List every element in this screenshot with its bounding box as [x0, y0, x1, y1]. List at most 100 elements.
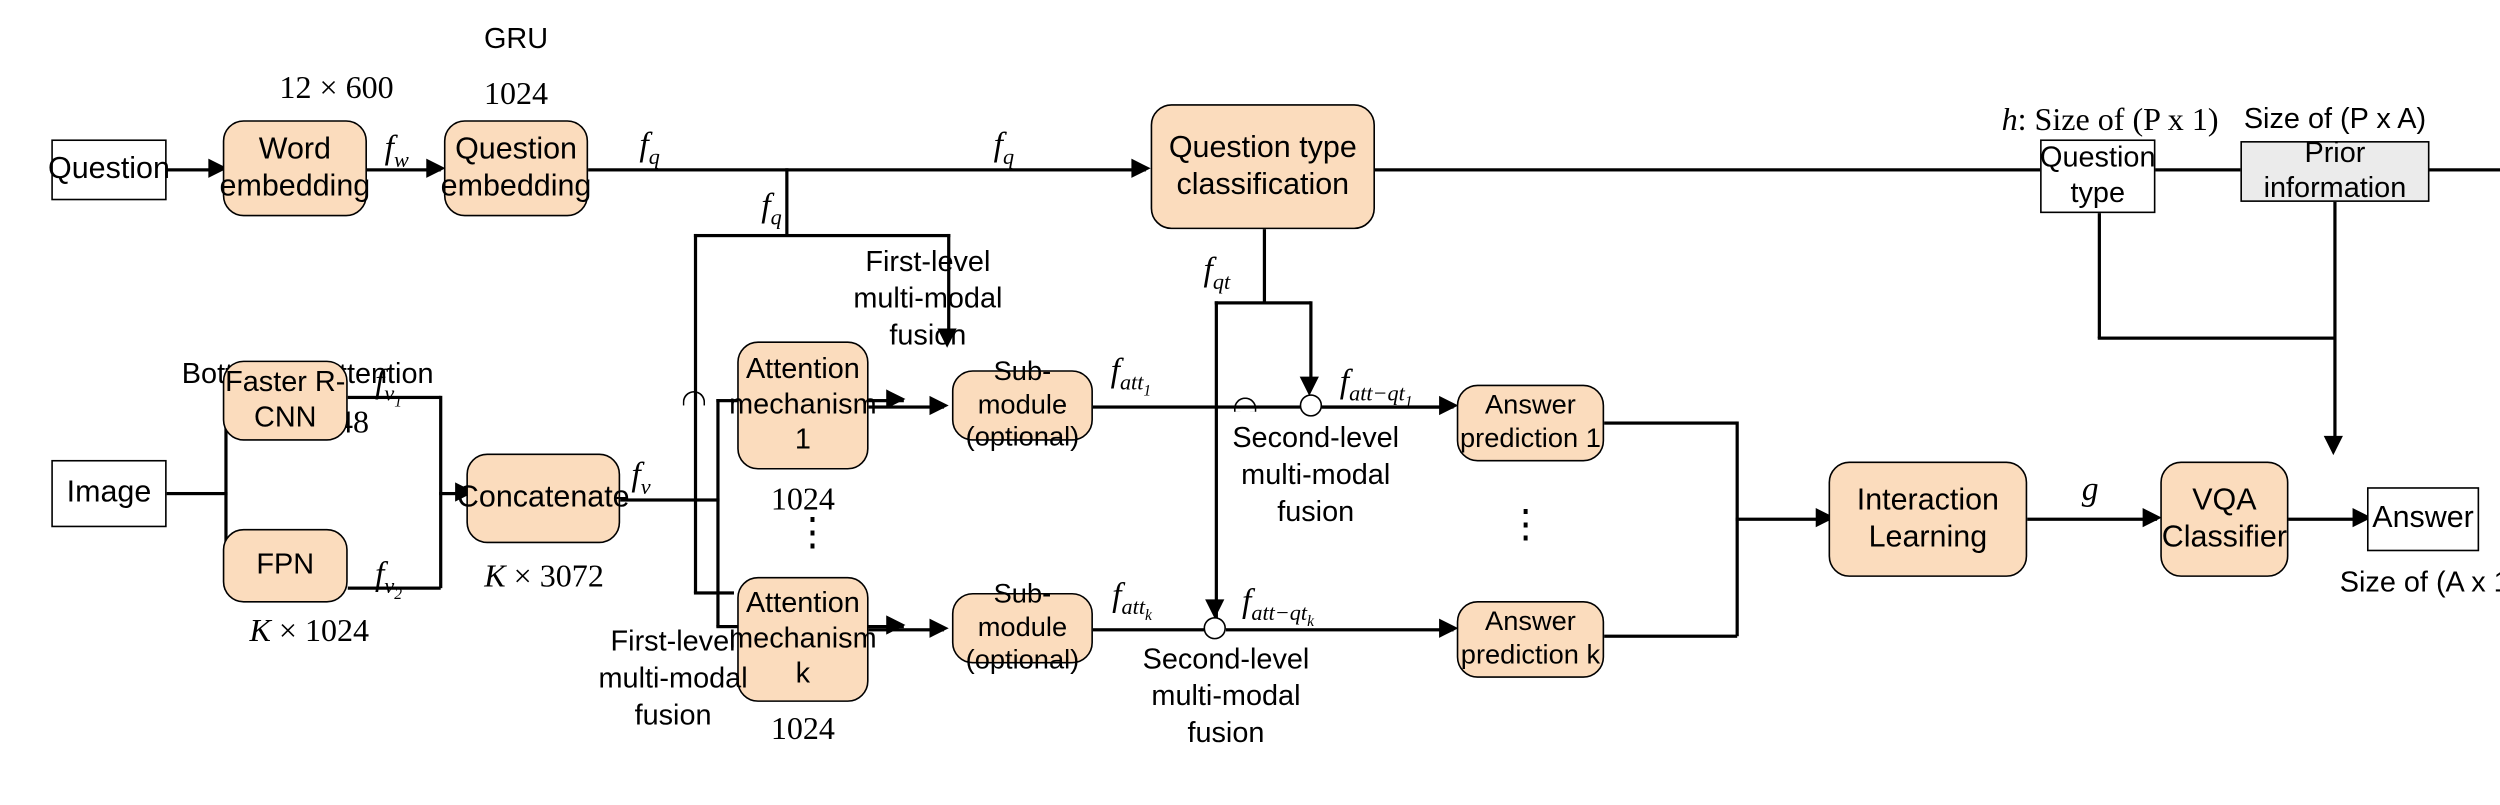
faster-rcnn-label: Faster R- CNN [225, 365, 346, 433]
edge-label-fqt: fqt [1203, 250, 1231, 294]
wire-hop-attention-1 [682, 391, 706, 406]
arrow-interaction-to-vqa [2142, 508, 2162, 528]
answer-output-node[interactable]: Answer [2366, 487, 2480, 552]
edge-label-fattk: fattk [1112, 575, 1152, 625]
arrow-into-vqa-classifier [2323, 435, 2343, 456]
annotation-dim-word: 12 × 600 [279, 70, 394, 106]
interaction-learning-label: Interaction Learning [1856, 483, 1999, 555]
question-type-classification-label: Question type classification [1168, 131, 1357, 202]
edge-label-fq-2: fq [993, 125, 1015, 169]
diagram-canvas: 12 × 600 GRU 1024 Question Word embeddin… [0, 0, 2500, 805]
edge-answerk-merge [1604, 634, 1738, 638]
edge-fqt-bar [1214, 301, 1311, 304]
faster-rcnn-node[interactable]: Faster R- CNN [222, 360, 348, 441]
arrow-fv-into-attention-k [886, 615, 906, 635]
answer-prediction-1-node[interactable]: Answer prediction 1 [1456, 384, 1605, 462]
interaction-learning-node[interactable]: Interaction Learning [1828, 461, 2028, 577]
image-input-node[interactable]: Image [51, 459, 167, 528]
question-type-classification-node[interactable]: Question type classification [1150, 104, 1375, 230]
edge-fv-split [716, 399, 720, 627]
sub-module-k-label: Sub-module (optional) [965, 578, 1080, 676]
edge-answer1-merge [1604, 421, 1738, 425]
annotation-second-level-fusion-top: Second-level multi-modal fusion [1232, 421, 1400, 528]
question-embedding-label: Question embedding [440, 132, 592, 204]
image-input-label: Image [66, 476, 152, 511]
edge-label-fattqt1: fatt−qt1 [1339, 362, 1413, 412]
annotation-first-level-fusion-top: First-level multi-modal fusion [853, 245, 1003, 352]
edge-label-fv1: fv1 [375, 362, 402, 412]
question-embedding-node[interactable]: Question embedding [441, 120, 591, 217]
vqa-classifier-label: VQA Classifier [2161, 483, 2287, 555]
edge-question-type-across [2097, 336, 2335, 340]
edge-label-fv2: fv2 [375, 554, 402, 605]
edge-submodulek-to-fusion [1092, 628, 1215, 631]
wire-hop-fusion-1 [1233, 397, 1257, 412]
edge-label-fattqtk: fatt−qtk [1241, 581, 1314, 632]
sub-module-k-node[interactable]: Sub-module (optional) [951, 578, 1093, 675]
annotation-second-level-fusion-bottom: Second-level multi-modal fusion [1142, 642, 1310, 749]
annotation-first-level-fusion-bottom: First-level multi-modal fusion [598, 625, 748, 731]
edge-fusion1-to-answer1 [1322, 405, 1454, 409]
answer-prediction-k-label: Answer prediction k [1460, 606, 1601, 670]
fpn-node[interactable]: FPN [222, 528, 348, 603]
annotation-size-question-type: h: Size of (P x 1) [2001, 102, 2219, 138]
vqa-classifier-node[interactable]: VQA Classifier [2160, 461, 2289, 577]
attention-column-ellipsis: ⋮ [793, 512, 832, 555]
arrow-to-question-type [1131, 158, 1151, 178]
edge-label-fq-1: fq [639, 125, 660, 169]
arrow-fusionk-to-answerk [1439, 618, 1459, 638]
arrow-attentionk-to-submodule [929, 618, 949, 638]
answer-column-ellipsis: ⋮ [1506, 504, 1545, 547]
annotation-dim-fpn: K × 1024 [249, 613, 370, 650]
annotation-dim-concat: K × 3072 [484, 559, 604, 595]
word-embedding-node[interactable]: Word embedding [220, 120, 370, 217]
question-input-node[interactable]: Question [48, 139, 170, 201]
word-embedding-label: Word embedding [219, 132, 371, 204]
edge-label-fw: fw [384, 128, 409, 172]
answer-output-label: Answer [2372, 502, 2474, 536]
edge-question-emb-to-qtype [588, 168, 1146, 171]
edge-fqt-stem [1262, 229, 1266, 303]
question-type-output-label: Question type [2040, 141, 2156, 209]
prior-information-node[interactable]: Prior information [2240, 136, 2430, 204]
edge-label-g: g [2081, 469, 2099, 509]
annotation-gru: GRU [483, 22, 549, 55]
arrow-fusion1-to-answer1 [1439, 395, 1459, 416]
question-input-label: Question [48, 152, 170, 187]
edge-image-out [166, 491, 228, 495]
attention-mechanism-1-node[interactable]: Attention mechanism 1 [729, 341, 877, 470]
edge-concat-out [620, 498, 720, 502]
question-type-output-node[interactable]: Question type [2040, 139, 2156, 214]
sub-module-1-label: Sub-module (optional) [965, 355, 1080, 453]
sub-module-1-node[interactable]: Sub-module (optional) [951, 356, 1093, 453]
edge-fq-branch-stem [785, 168, 788, 236]
edge-fq-branch-bar [693, 233, 951, 237]
annotation-size-prior: Size of (P x A) [2243, 102, 2427, 135]
edge-interaction-to-vqa [2027, 517, 2158, 521]
second-level-fusion-junction-1 [1299, 394, 1323, 417]
edge-label-fatt1: fatt1 [1110, 350, 1152, 401]
second-level-fusion-junction-k [1203, 616, 1226, 640]
edge-question-type-down [2097, 213, 2101, 339]
arrow-fqt-into-fusion-k [1205, 599, 1225, 619]
edge-fusionk-to-answerk [1225, 628, 1454, 631]
concatenate-label: Concatenate [456, 481, 630, 516]
answer-prediction-1-label: Answer prediction 1 [1460, 389, 1601, 454]
annotation-size-answer: Size of (A x 1) [2339, 565, 2500, 598]
edge-label-fv: fv [631, 455, 651, 499]
fpn-label: FPN [256, 548, 315, 581]
annotation-dim-question: 1024 [483, 76, 549, 113]
concatenate-node[interactable]: Concatenate [457, 453, 630, 544]
edge-fpn-merge [347, 586, 441, 590]
edge-fq-leg-left [693, 233, 697, 593]
attention-mechanism-1-label: Attention mechanism 1 [729, 352, 877, 456]
arrow-fqt-into-fusion-1 [1299, 376, 1319, 396]
edge-fq-leg-left-foot [693, 591, 734, 595]
edge-frcnn-merge [347, 395, 441, 399]
edge-answer-merge-bar [1735, 421, 1739, 637]
answer-prediction-k-node[interactable]: Answer prediction k [1456, 600, 1605, 678]
prior-information-label: Prior information [2263, 136, 2407, 204]
edge-prior-down [2333, 201, 2337, 446]
arrow-attention1-to-submodule [929, 395, 949, 416]
edge-label-fq-3: fq [761, 185, 782, 230]
